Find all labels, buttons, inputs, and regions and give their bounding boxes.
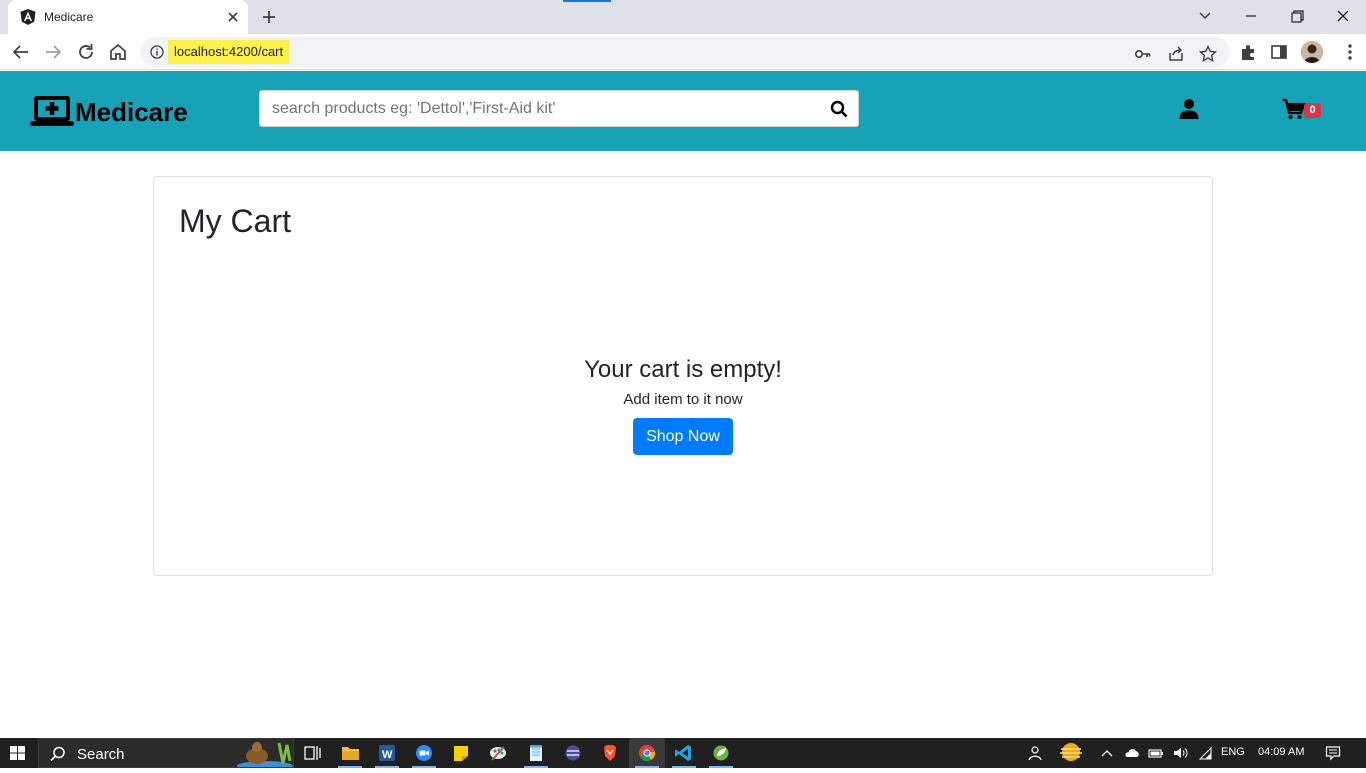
file-explorer-app[interactable] xyxy=(332,738,368,768)
new-tab-icon[interactable] xyxy=(258,7,280,27)
side-panel-icon[interactable] xyxy=(1268,41,1290,63)
spring-icon xyxy=(713,745,729,761)
minimize-icon[interactable] xyxy=(1239,5,1263,27)
weather-icon[interactable] xyxy=(1058,741,1084,763)
taskbar-search-box[interactable]: Search xyxy=(38,738,294,768)
home-icon[interactable] xyxy=(107,41,129,63)
empty-cart-message: Your cart is empty! Add item to it now S… xyxy=(154,353,1212,455)
notepad-app[interactable] xyxy=(518,738,554,768)
battery-icon[interactable] xyxy=(1148,745,1164,761)
address-bar[interactable]: localhost:4200/cart xyxy=(140,37,1230,67)
brave-app[interactable] xyxy=(592,738,628,768)
word-icon: W xyxy=(379,745,395,761)
brand-name: Medicare xyxy=(75,97,188,127)
tab-strip-indicator xyxy=(563,0,611,2)
restore-icon[interactable] xyxy=(1285,5,1309,27)
search-icon xyxy=(50,746,65,762)
chrome-icon xyxy=(639,745,656,761)
paint-app[interactable] xyxy=(480,738,516,768)
system-clock[interactable]: 04:09 AM xyxy=(1258,746,1304,758)
vscode-app[interactable] xyxy=(666,738,702,768)
language-indicator[interactable]: ENG xyxy=(1221,746,1245,758)
user-icon[interactable] xyxy=(1178,98,1200,120)
tab-title: Medicare xyxy=(44,10,94,24)
empty-cart-title: Your cart is empty! xyxy=(584,356,782,383)
cart-count-badge: 0 xyxy=(1304,103,1321,118)
terminal-app[interactable] xyxy=(555,738,591,768)
cart-card: My Cart Your cart is empty! Add item to … xyxy=(153,176,1213,576)
chevron-up-icon[interactable] xyxy=(1099,745,1115,761)
folder-icon xyxy=(342,747,359,760)
chrome-app[interactable] xyxy=(629,738,665,768)
profile-photo-icon xyxy=(1301,41,1323,63)
search-highlight-beaver-icon xyxy=(237,742,293,767)
menu-kebab-icon[interactable] xyxy=(1339,41,1361,63)
people-icon[interactable] xyxy=(1026,745,1042,761)
reload-icon[interactable] xyxy=(75,41,97,63)
extensions-icon[interactable] xyxy=(1237,41,1259,63)
vscode-icon xyxy=(675,745,691,761)
notepad-icon xyxy=(530,745,542,761)
terminal-icon xyxy=(565,745,581,761)
page-title: My Cart xyxy=(179,203,291,239)
browser-tab[interactable]: Medicare xyxy=(8,0,248,34)
windows-start-icon[interactable] xyxy=(0,738,36,768)
close-window-icon[interactable] xyxy=(1331,5,1355,27)
search-input[interactable] xyxy=(260,91,820,126)
close-tab-icon[interactable] xyxy=(224,8,242,26)
windows-taskbar: Search W ENG 04:09 AM xyxy=(0,738,1366,768)
product-search xyxy=(259,90,859,127)
wifi-icon[interactable] xyxy=(1197,745,1213,761)
bookmark-star-icon[interactable] xyxy=(1198,44,1218,64)
angular-icon xyxy=(20,9,36,25)
taskbar-search-label: Search xyxy=(77,746,125,763)
empty-cart-subtitle: Add item to it now xyxy=(623,391,743,408)
back-icon[interactable] xyxy=(10,41,32,63)
sticky-notes-app[interactable] xyxy=(443,738,479,768)
volume-icon[interactable] xyxy=(1172,745,1188,761)
spring-tool-app[interactable] xyxy=(703,738,739,768)
password-key-icon[interactable] xyxy=(1133,44,1153,64)
tab-search-icon[interactable] xyxy=(1193,5,1217,27)
cart-link[interactable]: 0 xyxy=(1282,98,1324,122)
task-view-icon[interactable] xyxy=(294,738,330,768)
word-app[interactable]: W xyxy=(369,738,405,768)
medical-kit-logo-icon xyxy=(30,96,74,126)
shopping-cart-icon xyxy=(1282,98,1306,119)
search-icon[interactable] xyxy=(830,100,848,118)
site-info-icon[interactable] xyxy=(150,45,164,59)
sticky-notes-icon xyxy=(454,746,468,761)
zoom-icon xyxy=(416,745,432,761)
svg-text:W: W xyxy=(382,749,393,761)
app-navbar: Medicare 0 xyxy=(0,71,1366,151)
shop-now-button[interactable]: Shop Now xyxy=(633,418,733,455)
profile-avatar[interactable] xyxy=(1301,41,1323,63)
onedrive-cloud-icon[interactable] xyxy=(1124,745,1140,761)
url-text[interactable]: localhost:4200/cart xyxy=(168,40,290,64)
browser-toolbar: localhost:4200/cart xyxy=(0,34,1366,70)
notifications-icon[interactable] xyxy=(1325,745,1341,761)
browser-tab-strip: Medicare xyxy=(0,0,1366,34)
brave-icon xyxy=(604,745,616,761)
share-icon[interactable] xyxy=(1166,44,1186,64)
zoom-app[interactable] xyxy=(406,738,442,768)
forward-icon[interactable] xyxy=(42,41,64,63)
paint-icon xyxy=(490,746,506,761)
